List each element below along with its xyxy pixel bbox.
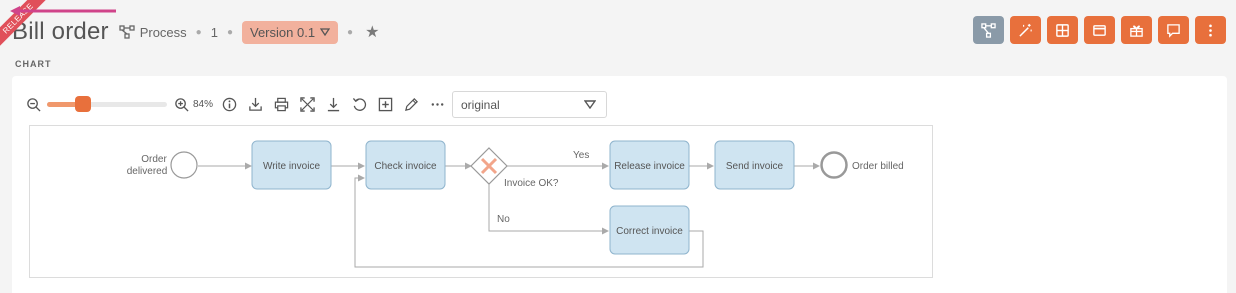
view-select-value: original — [461, 97, 500, 112]
zoom-in-icon[interactable] — [173, 96, 189, 112]
zoom-slider-thumb[interactable] — [75, 96, 92, 112]
chevron-down-icon — [584, 100, 596, 109]
comment-button[interactable] — [1158, 16, 1189, 44]
gift-button[interactable] — [1121, 16, 1152, 44]
flow-label-no: No — [497, 214, 510, 225]
version-label: Version 0.1 — [250, 24, 316, 40]
process-diagram-icon — [981, 22, 996, 38]
start-event-label-line2: delivered — [127, 166, 168, 177]
process-meta: Process ● 1 ● Version 0.1 ● ★ — [119, 20, 379, 44]
window-icon — [1093, 24, 1106, 36]
zoom-out-icon[interactable] — [25, 96, 41, 112]
process-diagram: Order delivered Write invoice Check invo… — [29, 125, 933, 278]
task-label: Check invoice — [374, 161, 437, 172]
task-label: Release invoice — [614, 161, 685, 172]
edit-pencil-icon[interactable] — [403, 96, 419, 112]
add-element-icon[interactable] — [377, 96, 393, 112]
table-button[interactable] — [1047, 16, 1078, 44]
header-toolbar — [973, 16, 1226, 44]
start-event-label-line1: Order — [141, 154, 167, 165]
chart-toolbar: 84% — [25, 91, 445, 117]
magic-wand-icon — [1019, 23, 1032, 37]
start-event[interactable] — [170, 151, 198, 179]
view-select[interactable]: original — [452, 91, 607, 118]
more-vertical-icon — [1209, 24, 1212, 36]
end-event[interactable] — [820, 151, 848, 179]
end-event-label: Order billed — [852, 161, 904, 172]
chevron-down-icon — [320, 28, 331, 36]
section-label-chart: CHART — [15, 59, 52, 69]
info-icon[interactable] — [221, 96, 237, 112]
favorite-star-icon[interactable]: ★ — [365, 22, 379, 42]
separator-dot: ● — [226, 26, 233, 38]
magic-wand-button[interactable] — [1010, 16, 1041, 44]
arrow-annotation-icon — [10, 6, 116, 16]
flow-label-yes: Yes — [573, 150, 589, 161]
more-horizontal-icon[interactable] — [429, 96, 445, 112]
process-number: 1 — [210, 24, 218, 40]
print-icon[interactable] — [273, 96, 289, 112]
process-diagram-button[interactable] — [973, 16, 1004, 44]
gift-icon — [1130, 24, 1143, 37]
page-header: Bill order Process ● 1 ● Version 0.1 ● ★ — [12, 14, 379, 50]
task-label: Send invoice — [726, 161, 784, 172]
task-release-invoice[interactable]: Release invoice — [609, 140, 690, 190]
fit-to-screen-icon[interactable] — [299, 96, 315, 112]
undo-icon[interactable] — [351, 96, 367, 112]
task-check-invoice[interactable]: Check invoice — [365, 140, 446, 190]
exclusive-gateway[interactable] — [470, 147, 508, 185]
task-write-invoice[interactable]: Write invoice — [251, 140, 332, 190]
align-bottom-icon[interactable] — [325, 96, 341, 112]
task-label: Write invoice — [263, 161, 320, 172]
gateway-label: Invoice OK? — [504, 178, 559, 189]
comment-icon — [1167, 23, 1180, 38]
more-options-button[interactable] — [1195, 16, 1226, 44]
window-button[interactable] — [1084, 16, 1115, 44]
zoom-slider[interactable] — [47, 96, 167, 112]
download-icon[interactable] — [247, 96, 263, 112]
task-send-invoice[interactable]: Send invoice — [714, 140, 795, 190]
task-correct-invoice[interactable]: Correct invoice — [609, 205, 690, 255]
separator-dot: ● — [347, 26, 354, 38]
version-dropdown[interactable]: Version 0.1 — [242, 20, 339, 44]
process-icon — [119, 25, 135, 39]
zoom-percent: 84% — [193, 98, 214, 110]
table-icon — [1056, 23, 1069, 37]
task-label: Correct invoice — [616, 226, 683, 237]
process-type-label: Process — [139, 24, 187, 40]
separator-dot: ● — [195, 26, 202, 38]
